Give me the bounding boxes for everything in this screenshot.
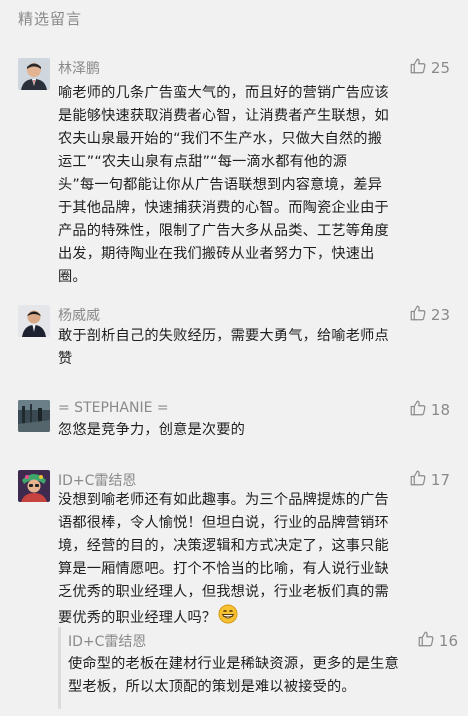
section-title: 精选留言 xyxy=(18,10,83,28)
comment-line: 运工”“农夫山泉有点甜”“每一滴水都有他的源 xyxy=(58,154,348,170)
like-count: 16 xyxy=(438,632,458,650)
comment-text: 敢于剖析自己的失败经历，需要大勇气，给喻老师点 赞 xyxy=(58,325,454,371)
reply-line: 型老板，所以太顶配的策划是难以被接受的。 xyxy=(68,679,356,695)
avatar[interactable] xyxy=(18,305,50,337)
comment-line: 算是一厢情愿吧。打个不恰当的比喻，有人说行业缺 xyxy=(58,561,389,577)
thumb-up-icon xyxy=(409,399,427,421)
comment-line: 乏优秀的职业经理人，但我想说，行业老板们真的需 xyxy=(58,584,389,600)
like-button[interactable]: 25 xyxy=(409,58,450,78)
comment-line: 于其他品牌，快速捕获消费的心智。而陶瓷企业由于 xyxy=(58,200,389,216)
like-button[interactable]: 18 xyxy=(409,400,450,420)
like-count: 18 xyxy=(430,401,450,419)
author-reply: ID+C雷结恩 16 使命型的老板在建材行业是稀缺资源，更多的是生意 型老板，所… xyxy=(58,627,458,709)
commenter-name[interactable]: ID+C雷结恩 xyxy=(58,470,136,490)
comment-text: 忽悠是竞争力，创意是次要的 xyxy=(58,419,454,442)
thumb-up-icon xyxy=(409,57,427,79)
like-count: 17 xyxy=(430,471,450,489)
like-count: 23 xyxy=(430,306,450,324)
thumb-up-icon xyxy=(417,630,435,652)
comment-line: 喻老师的几条广告蛮大气的，而且好的营销广告应该 xyxy=(58,85,389,101)
comment-line: 忽悠是竞争力，创意是次要的 xyxy=(58,422,246,438)
comment-line: 语都很棒，令人愉悦！但坦白说，行业的品牌营销环 xyxy=(58,515,389,531)
comment-line-text: 要优秀的职业经理人吗？ xyxy=(58,610,217,626)
comment-line: 农夫山泉最开始的“我们不生产水，只做大自然的搬 xyxy=(58,131,383,147)
comment-text: 喻老师的几条广告蛮大气的，而且好的营销广告应该 是能够快速获取消费者心智，让消费… xyxy=(58,82,454,289)
comment-line: 头”每一句都能让你从广告语联想到内容意境，差异 xyxy=(58,177,383,193)
thumb-up-icon xyxy=(409,469,427,491)
comment-line: 是能够快速获取消费者心智，让消费者产生联想，如 xyxy=(58,108,389,124)
reply-text: 使命型的老板在建材行业是稀缺资源，更多的是生意 型老板，所以太顶配的策划是难以被… xyxy=(68,653,456,699)
comment-line: 没想到喻老师还有如此趣事。为三个品牌提炼的广告 xyxy=(58,492,389,508)
comment-line: 出发，期待陶业在我们搬砖从业者努力下，快速出 xyxy=(58,246,375,262)
like-button[interactable]: 16 xyxy=(417,631,458,651)
comment-line: 境，经营的目的，决策逻辑和方式决定了，这事只能 xyxy=(58,538,389,554)
commenter-name[interactable]: 林泽鹏 xyxy=(58,58,100,78)
comment-line: 敢于剖析自己的失败经历，需要大勇气，给喻老师点 xyxy=(58,328,389,344)
avatar[interactable] xyxy=(18,400,50,432)
reply-author-name[interactable]: ID+C雷结恩 xyxy=(68,631,146,651)
commenter-name[interactable]: 杨威威 xyxy=(58,305,100,325)
comment-line: 产品的特殊性，限制了广告大多从品类、工艺等角度 xyxy=(58,223,389,239)
avatar[interactable] xyxy=(18,58,50,90)
thumb-up-icon xyxy=(409,304,427,326)
like-count: 25 xyxy=(430,59,450,77)
comment-line: 赞 xyxy=(58,351,73,367)
comment-text: 没想到喻老师还有如此趣事。为三个品牌提炼的广告 语都很棒，令人愉悦！但坦白说，行… xyxy=(58,489,454,632)
avatar[interactable] xyxy=(18,470,50,502)
commenter-name[interactable]: = STEPHANIE = xyxy=(58,400,169,416)
like-button[interactable]: 17 xyxy=(409,470,450,490)
comment-line: 圈。 xyxy=(58,269,87,285)
like-button[interactable]: 23 xyxy=(409,305,450,325)
reply-line: 使命型的老板在建材行业是稀缺资源，更多的是生意 xyxy=(68,656,399,672)
